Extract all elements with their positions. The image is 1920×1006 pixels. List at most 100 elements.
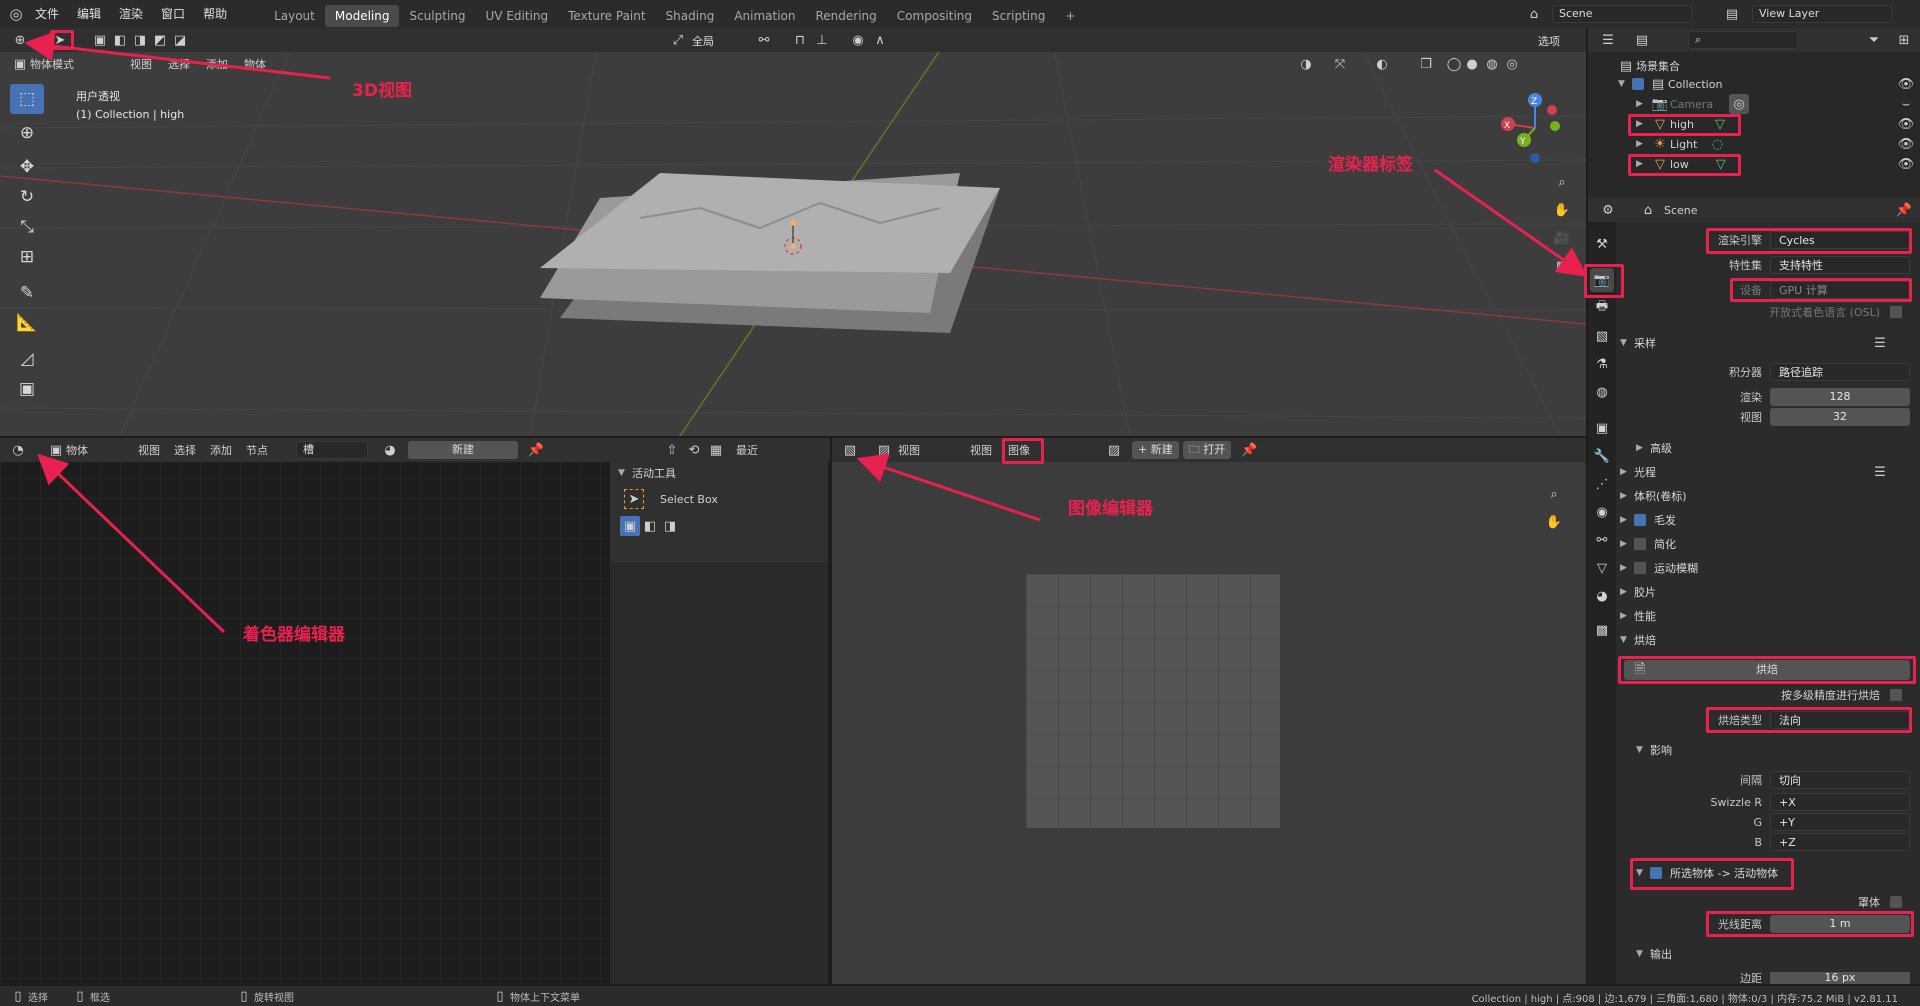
image-pin-icon[interactable]: 📌 (1239, 440, 1259, 460)
scene-selector[interactable]: Scene (1552, 5, 1692, 23)
simplify-panel[interactable]: ▶ 简化 (1620, 534, 1910, 554)
high-eye-icon[interactable]: 👁 (1896, 114, 1916, 134)
add-cube-tool-icon[interactable]: ◿ (10, 344, 44, 374)
material-tab-icon[interactable]: ◕ (1590, 584, 1614, 608)
snap-icon[interactable]: ⊓ (790, 30, 810, 50)
proportional-edit-icon[interactable]: ◉ (848, 30, 868, 50)
gizmo-toggle-icon[interactable]: ⤧ (1330, 54, 1350, 74)
tab-sculpting[interactable]: Sculpting (399, 5, 475, 27)
filter-icon[interactable]: ⏷ (1864, 30, 1884, 50)
motion-blur-checkbox[interactable] (1634, 562, 1646, 574)
low-eye-icon[interactable]: 👁 (1896, 154, 1916, 174)
camera-view-icon[interactable]: 🎥 (1552, 228, 1572, 248)
outliner-scene-collection[interactable]: ▤ 场景集合 (1590, 56, 1920, 76)
select-box-tool-icon[interactable]: ⬚ (10, 84, 44, 114)
image-browse-icon[interactable]: ▨ (1104, 440, 1124, 460)
properties-pin-icon[interactable]: 📌 (1894, 200, 1914, 220)
menu-window[interactable]: 窗口 (152, 0, 194, 28)
image-menu-view[interactable]: 视图 (970, 442, 992, 458)
tool-mode-extend-icon[interactable]: ◧ (640, 516, 660, 536)
outliner-collection[interactable]: ▼ ▤ Collection 👁 (1590, 74, 1920, 94)
outliner-search-input[interactable]: ⌕ (1688, 31, 1798, 49)
move-tool-icon[interactable]: ✥ (10, 152, 44, 182)
properties-type-icon[interactable]: ⚙ (1598, 200, 1618, 220)
ortho-grid-icon[interactable]: ▦ (1552, 256, 1572, 276)
slot-dropdown[interactable]: 槽 (296, 441, 368, 459)
open-image-button[interactable]: 🗀 打开 (1182, 441, 1232, 459)
falloff-icon[interactable]: ∧ (870, 30, 890, 50)
pin-icon[interactable]: 📌 (526, 440, 546, 460)
physics-tab-icon[interactable]: ◉ (1590, 500, 1614, 524)
collection-eye-icon[interactable]: 👁 (1896, 74, 1916, 94)
viewport-samples-field[interactable]: 32 (1770, 408, 1910, 426)
tab-animation[interactable]: Animation (724, 5, 805, 27)
new-collection-icon[interactable]: ⊞ (1894, 30, 1914, 50)
mesh-data-tab-icon[interactable]: ▽ (1590, 556, 1614, 580)
zoom-icon[interactable]: ⌕ (1552, 172, 1572, 192)
menu-help[interactable]: 帮助 (194, 0, 236, 28)
orientation-dropdown[interactable]: 全局 (692, 33, 714, 49)
scene-icon[interactable]: ⌂ (1524, 4, 1544, 24)
particles-tab-icon[interactable]: ⋰ (1590, 472, 1614, 496)
cursor-tool-icon[interactable]: ⊕ (10, 118, 44, 148)
view-layer-tab-icon[interactable]: ▧ (1590, 324, 1614, 348)
simplify-checkbox[interactable] (1634, 538, 1646, 550)
image-zoom-icon[interactable]: ⌕ (1544, 484, 1564, 504)
shader-menu-add[interactable]: 添加 (210, 442, 232, 458)
xray-toggle-icon[interactable]: ❐ (1416, 54, 1436, 74)
tab-layout[interactable]: Layout (264, 5, 325, 27)
shader-editor[interactable]: ◔ ▣ 物体 视图 选择 添加 节点 槽 ◕ 新建 📌 ⇧ ⟲ ▦ 最近 (0, 438, 830, 984)
shader-type-dropdown[interactable]: 物体 (66, 442, 124, 458)
multires-checkbox[interactable] (1890, 689, 1902, 701)
select-mode-extend-icon[interactable]: ◧ (110, 30, 130, 50)
collection-checkbox[interactable] (1632, 78, 1644, 90)
mode-dropdown[interactable]: 物体模式 (30, 56, 118, 72)
render-samples-field[interactable]: 128 (1770, 388, 1910, 406)
menu-edit[interactable]: 编辑 (68, 0, 110, 28)
orientation-icon[interactable]: ⤢ (668, 30, 688, 50)
new-image-button[interactable]: + 新建 (1132, 441, 1179, 459)
editor-type-3d-icon[interactable]: ⊕ (10, 30, 30, 50)
viewport-3d[interactable]: ⊕ ➤ ▣ ◧ ◨ ◩ ◪ ⤢ 全局 ⚯ ⊓ ⊥ ◉ ∧ 选项 ▣ 物体模式 视… (0, 28, 1586, 436)
tab-scripting[interactable]: Scripting (982, 5, 1055, 27)
bake-panel[interactable]: ▼ 烘焙 (1620, 630, 1910, 650)
tool-mode-new-icon[interactable]: ▣ (620, 516, 640, 536)
integrator-dropdown[interactable]: 路径追踪 (1770, 363, 1910, 381)
rendered-shading-icon[interactable]: ◎ (1502, 54, 1522, 74)
hair-panel[interactable]: ▶ 毛发 (1620, 510, 1910, 530)
display-mode-icon[interactable]: ▤ (1632, 30, 1652, 50)
performance-panel[interactable]: ▶ 性能 (1620, 606, 1910, 626)
volumes-panel[interactable]: ▶ 体积(卷标) (1620, 486, 1910, 506)
texture-tab-icon[interactable]: ▩ (1590, 618, 1614, 642)
annotate-tool-icon[interactable]: ✎ (10, 278, 44, 308)
hair-checkbox[interactable] (1634, 514, 1646, 526)
select-mode-subtract-icon[interactable]: ◨ (130, 30, 150, 50)
wireframe-shading-icon[interactable]: ◯ (1444, 54, 1464, 74)
parent-node-icon[interactable]: ⇧ (662, 440, 682, 460)
pan-hand-icon[interactable]: ✋ (1552, 200, 1572, 220)
select-mode-invert-icon[interactable]: ◩ (150, 30, 170, 50)
space-dropdown[interactable]: 切向 (1770, 771, 1910, 789)
tab-rendering[interactable]: Rendering (806, 5, 887, 27)
margin-field[interactable]: 16 px (1770, 972, 1910, 984)
viewport-menu-object[interactable]: 物体 (244, 56, 266, 72)
snap-recent-dropdown[interactable]: 最近 (736, 442, 792, 458)
measure-tool-icon[interactable]: 📐 (10, 308, 44, 338)
material-icon[interactable]: ◕ (380, 440, 400, 460)
snap-node-icon[interactable]: ⟲ (684, 440, 704, 460)
pivot-icon[interactable]: ⚯ (754, 30, 774, 50)
light-paths-presets-icon[interactable]: ☰ (1870, 462, 1890, 482)
shader-menu-node[interactable]: 节点 (246, 442, 268, 458)
view-layer-icon[interactable]: ▤ (1722, 4, 1742, 24)
options-dropdown[interactable]: 选项 (1538, 33, 1560, 49)
tab-uv-editing[interactable]: UV Editing (476, 5, 559, 27)
modifier-tab-icon[interactable]: 🔧 (1590, 444, 1614, 468)
swizzle-r-dropdown[interactable]: +X (1770, 793, 1910, 811)
outliner-light[interactable]: ▶ ☀ Light ◌ 👁 (1590, 134, 1920, 154)
tool-mode-subtract-icon[interactable]: ◨ (660, 516, 680, 536)
new-material-button[interactable]: 新建 (408, 441, 518, 459)
menu-file[interactable]: 文件 (26, 0, 68, 28)
viewport-menu-select[interactable]: 选择 (168, 56, 190, 72)
shader-menu-select[interactable]: 选择 (174, 442, 196, 458)
light-paths-panel[interactable]: ▶ 光程 ☰ (1620, 462, 1910, 482)
